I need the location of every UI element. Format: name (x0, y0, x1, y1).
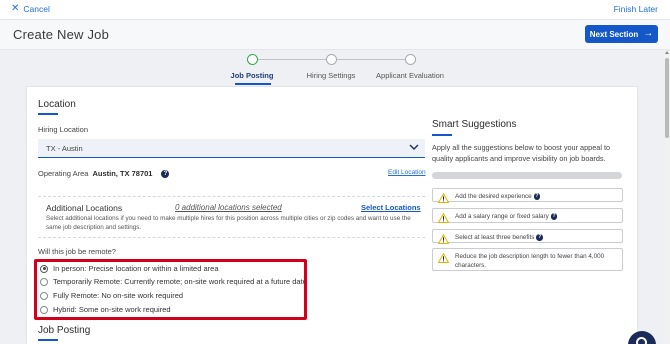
divider (38, 237, 425, 238)
remote-question: Will this job be remote? (38, 247, 116, 256)
suggestion-text: Select at least three benefits (455, 234, 535, 241)
step-dot-job-posting[interactable] (247, 54, 258, 65)
chat-icon-glyph (636, 337, 647, 344)
warning-icon (438, 193, 449, 203)
step-dot-applicant-evaluation[interactable] (405, 54, 416, 65)
suggestion-text: Add a salary range or fixed salary (455, 213, 549, 220)
operating-area: Operating Area Austin, TX 78701 ? (38, 169, 170, 178)
section-underline (38, 113, 58, 115)
section-underline (432, 134, 452, 136)
finish-later-link[interactable]: Finish Later (614, 4, 658, 14)
page-header: Create New Job Next Section → (0, 20, 670, 50)
hiring-location-label: Hiring Location (38, 125, 89, 134)
additional-locations-title: Additional Locations (46, 203, 123, 213)
scroll-up-arrow[interactable] (665, 51, 669, 54)
operating-area-label: Operating Area (38, 169, 89, 178)
warning-icon (438, 253, 449, 263)
page-title: Create New Job (13, 27, 110, 42)
additional-locations-count: 0 additional locations selected (175, 203, 282, 212)
suggestion-item[interactable]: Select at least three benefits? (432, 229, 623, 244)
section-underline (38, 339, 58, 341)
operating-area-value: Austin, TX 78701 (92, 169, 153, 178)
warning-icon (438, 234, 449, 244)
tab-applicant-evaluation[interactable]: Applicant Evaluation (376, 71, 444, 80)
next-section-label: Next Section (589, 29, 639, 39)
chevron-down-icon (409, 144, 419, 150)
arrow-right-icon: → (643, 28, 654, 39)
additional-locations-description: Select additional locations if you need … (46, 215, 411, 231)
help-icon[interactable]: ? (161, 169, 170, 178)
suggestion-text: Reduce the job description length to few… (455, 253, 605, 269)
smart-suggestions-title: Smart Suggestions (432, 119, 517, 130)
edit-location-link[interactable]: Edit Location (388, 169, 426, 176)
step-connector (258, 59, 327, 60)
close-icon: ✕ (11, 3, 20, 14)
cancel-label: Cancel (23, 4, 50, 14)
hiring-location-value: TX - Austin (46, 144, 83, 153)
top-bar: ✕ Cancel Finish Later (0, 0, 670, 20)
step-connector (337, 59, 406, 60)
divider (38, 196, 425, 197)
highlight-box (34, 259, 307, 320)
next-section-button[interactable]: Next Section → (585, 25, 658, 43)
hiring-location-select[interactable]: TX - Austin (38, 139, 425, 158)
step-dot-hiring-settings[interactable] (326, 54, 337, 65)
location-section-title: Location (38, 99, 76, 110)
suggestion-item[interactable]: Add the desired experience? (432, 188, 623, 203)
suggestions-progress-bar (432, 172, 622, 179)
suggestion-text: Add the desired experience (455, 193, 532, 200)
progress-stepper: Job Posting Hiring Settings Applicant Ev… (0, 50, 670, 85)
suggestion-item[interactable]: Add a salary range or fixed salary? (432, 208, 623, 223)
warning-icon (438, 213, 449, 223)
tab-job-posting[interactable]: Job Posting (231, 71, 274, 80)
tab-hiring-settings[interactable]: Hiring Settings (307, 71, 356, 80)
help-icon[interactable]: ? (550, 213, 558, 220)
suggestion-item[interactable]: Reduce the job description length to few… (432, 248, 623, 271)
job-posting-section-title: Job Posting (38, 325, 91, 336)
select-locations-link[interactable]: Select Locations (361, 203, 421, 212)
scrollbar-thumb[interactable] (665, 58, 669, 138)
help-icon[interactable]: ? (533, 193, 541, 200)
cancel-button[interactable]: ✕ Cancel (11, 3, 50, 15)
smart-suggestions-description: Apply all the suggestions below to boost… (432, 143, 611, 163)
help-icon[interactable]: ? (536, 234, 543, 241)
active-step-indicator (235, 83, 271, 85)
